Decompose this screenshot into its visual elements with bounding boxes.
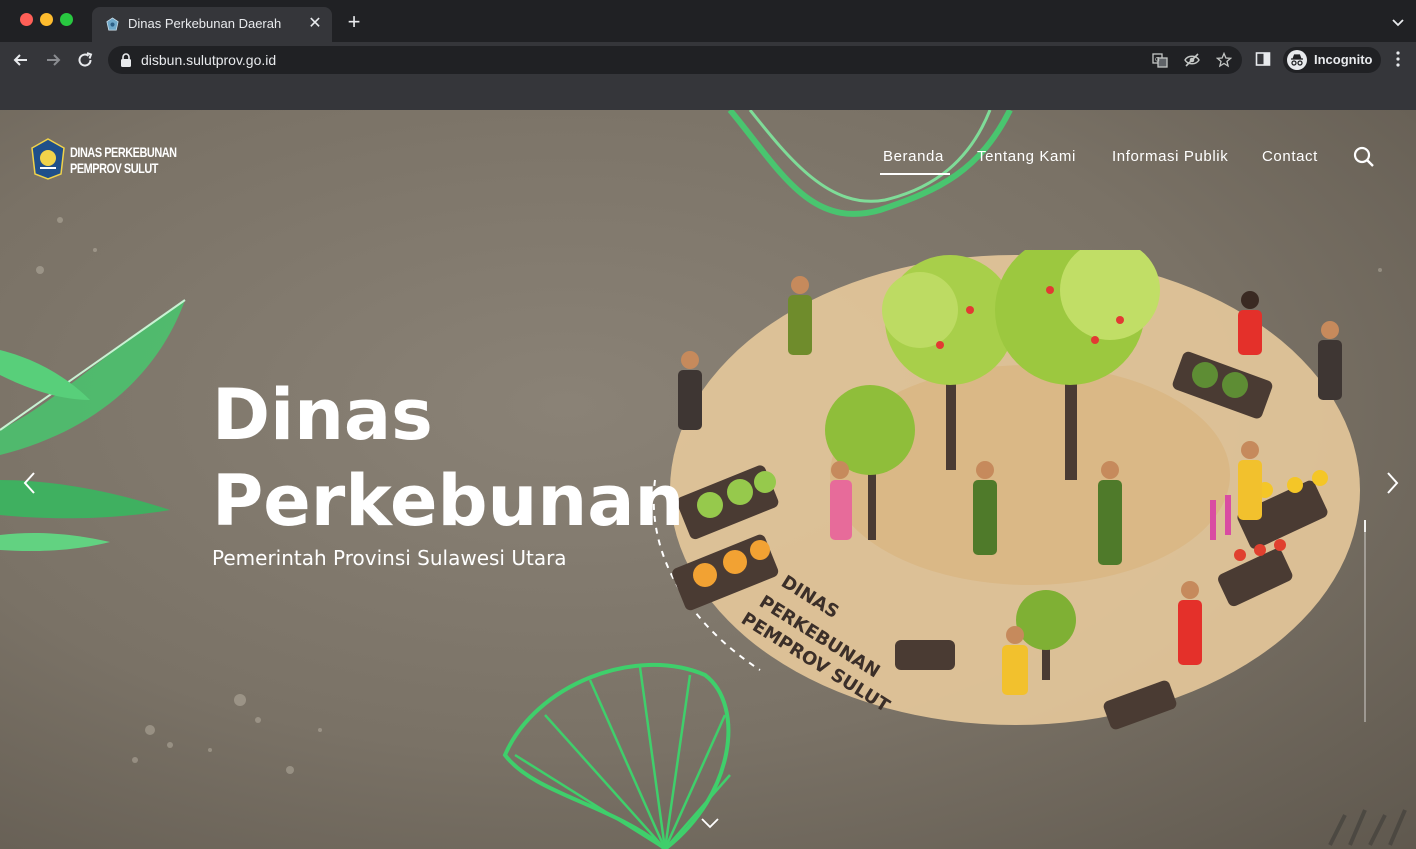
incognito-button[interactable]: Incognito bbox=[1283, 47, 1381, 73]
incognito-label: Incognito bbox=[1314, 52, 1373, 67]
tab-title: Dinas Perkebunan Daerah bbox=[128, 16, 282, 31]
site-logo[interactable]: DINAS PERKEBUNAN PEMPROV SULUT bbox=[30, 138, 180, 184]
browser-toolbar: disbun.sulutprov.go.id G Incognito bbox=[0, 42, 1416, 77]
slide-progress-bar bbox=[1364, 520, 1366, 722]
chevron-left-icon[interactable] bbox=[18, 470, 42, 496]
hero-subtitle: Pemerintah Provinsi Sulawesi Utara bbox=[212, 546, 567, 570]
chevron-down-icon[interactable] bbox=[698, 810, 722, 836]
close-window-button[interactable] bbox=[20, 13, 33, 26]
reload-icon[interactable] bbox=[75, 50, 95, 70]
emblem-icon bbox=[31, 138, 65, 180]
browser-tab-bar: Dinas Perkebunan Daerah ✕ + bbox=[0, 0, 1416, 42]
back-arrow-icon[interactable] bbox=[11, 50, 31, 70]
browser-tab[interactable]: Dinas Perkebunan Daerah ✕ bbox=[92, 7, 332, 42]
url-text[interactable]: disbun.sulutprov.go.id bbox=[141, 52, 276, 68]
svg-text:G: G bbox=[1155, 57, 1160, 64]
nav-item-tentang-kami[interactable]: Tentang Kami bbox=[977, 148, 1076, 178]
slide-progress-fill bbox=[1364, 520, 1366, 533]
bookmarks-bar bbox=[0, 77, 1416, 110]
address-bar[interactable]: disbun.sulutprov.go.id G bbox=[108, 46, 1242, 74]
logo-text-line1: DINAS PERKEBUNAN bbox=[70, 144, 177, 160]
tab-search-chevron-icon[interactable] bbox=[1390, 14, 1406, 30]
tab-close-icon[interactable]: ✕ bbox=[306, 15, 324, 33]
leaf-decoration-left bbox=[0, 299, 186, 552]
hero-section: DINAS PERKEBUNAN PEMPROV SULUT DINAS PER… bbox=[0, 110, 1416, 849]
maximize-window-button[interactable] bbox=[60, 13, 73, 26]
hero-title-line2: Perkebunan bbox=[212, 460, 685, 542]
logo-text-line2: PEMPROV SULUT bbox=[70, 160, 158, 176]
hero-title: Dinas Perkebunan bbox=[212, 372, 684, 544]
minimize-window-button[interactable] bbox=[40, 13, 53, 26]
side-panel-icon[interactable] bbox=[1255, 51, 1271, 67]
eye-off-icon[interactable] bbox=[1184, 52, 1200, 68]
lock-icon[interactable] bbox=[120, 53, 132, 67]
translate-icon[interactable]: G bbox=[1152, 52, 1168, 68]
more-options-icon[interactable] bbox=[1396, 51, 1400, 67]
nav-active-indicator bbox=[880, 173, 950, 175]
incognito-icon bbox=[1287, 50, 1307, 70]
forward-arrow-icon[interactable] bbox=[43, 50, 63, 70]
site-favicon-icon bbox=[106, 17, 119, 31]
bookmark-star-icon[interactable] bbox=[1216, 52, 1232, 68]
nav-item-contact[interactable]: Contact bbox=[1262, 148, 1318, 178]
farm-illustration: DINAS PERKEBUNAN PEMPROV SULUT bbox=[652, 250, 1360, 730]
hero-title-line1: Dinas bbox=[212, 374, 433, 456]
new-tab-button[interactable]: + bbox=[343, 11, 365, 33]
search-icon[interactable] bbox=[1353, 146, 1375, 168]
nav-item-informasi-publik[interactable]: Informasi Publik bbox=[1112, 148, 1228, 178]
chevron-right-icon[interactable] bbox=[1380, 470, 1404, 496]
